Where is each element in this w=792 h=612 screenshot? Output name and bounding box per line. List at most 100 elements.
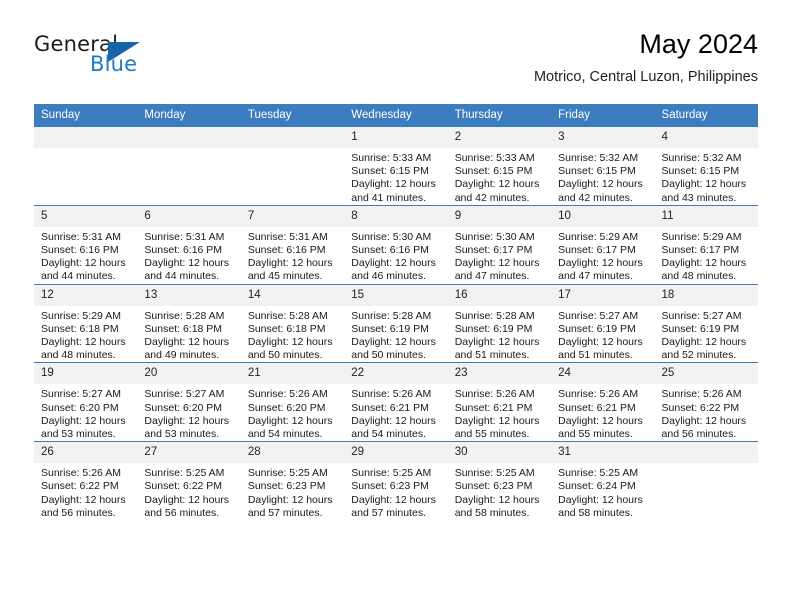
sunrise-text: Sunrise: 5:33 AM	[351, 152, 432, 164]
calendar-day-cell[interactable]: 16 Sunrise: 5:28 AM Sunset: 6:19 PM Dayligh…	[447, 283, 552, 363]
day-number	[654, 442, 758, 464]
sunrise-text: Sunrise: 5:25 AM	[454, 467, 535, 480]
day-number: 29	[344, 442, 448, 464]
calendar-day-cell[interactable]: 11 Sunrise: 5:29 AM Sunset: 6:17 PM Dayligh…	[654, 204, 758, 285]
daylight-text-line2: and 52 minutes.	[661, 349, 737, 362]
calendar-day-cell[interactable]: 3 Sunrise: 5:32 AM Sunset: 6:15 PM Daylight…	[551, 127, 655, 206]
daylight-text-line1: Daylight: 12 hours	[351, 336, 436, 349]
sunset-text: Sunset: 6:19 PM	[661, 322, 740, 335]
sunset-text: Sunset: 6:20 PM	[41, 401, 119, 414]
calendar-day-cell[interactable]: 31 Sunrise: 5:25 AM Sunset: 6:24 PM Dayligh…	[551, 441, 655, 521]
calendar-day-cell[interactable]: 9 Sunrise: 5:30 AM Sunset: 6:17 PM Daylight…	[447, 204, 552, 285]
day-number: 25	[654, 363, 758, 385]
day-details: Sunrise: 5:26 AM Sunset: 6:22 PM Daylight:…	[34, 463, 137, 520]
calendar-week-row: 1 Sunrise: 5:33 AM Sunset: 6:15 PM Daylight…	[34, 127, 758, 206]
sunset-text: Sunset: 6:21 PM	[454, 401, 533, 414]
calendar-day-cell[interactable]: 26 Sunrise: 5:26 AM Sunset: 6:22 PM Dayligh…	[34, 441, 138, 521]
calendar-day-cell[interactable]: 15 Sunrise: 5:28 AM Sunset: 6:19 PM Dayligh…	[344, 283, 448, 363]
calendar-cell-empty	[654, 441, 758, 521]
page-title: May 2024	[639, 29, 758, 59]
calendar-day-cell[interactable]: 20 Sunrise: 5:27 AM Sunset: 6:20 PM Dayligh…	[137, 362, 241, 442]
calendar-day-cell[interactable]: 18 Sunrise: 5:27 AM Sunset: 6:19 PM Dayligh…	[654, 283, 758, 363]
day-number: 3	[551, 127, 655, 148]
calendar-day-cell[interactable]: 28 Sunrise: 5:25 AM Sunset: 6:23 PM Dayligh…	[240, 441, 345, 521]
calendar-day-cell[interactable]: 6 Sunrise: 5:31 AM Sunset: 6:16 PM Daylight…	[137, 204, 241, 285]
day-details: Sunrise: 5:29 AM Sunset: 6:18 PM Daylight:…	[34, 306, 137, 363]
daylight-text-line2: and 45 minutes.	[247, 270, 323, 283]
calendar-day-cell[interactable]: 29 Sunrise: 5:25 AM Sunset: 6:23 PM Dayligh…	[344, 441, 448, 521]
sunset-text: Sunset: 6:22 PM	[41, 480, 119, 493]
daylight-text-line2: and 56 minutes.	[661, 428, 737, 441]
weekday-header-saturday: Saturday	[654, 104, 758, 127]
day-details: Sunrise: 5:25 AM Sunset: 6:23 PM Daylight:…	[448, 463, 551, 520]
page-header: General Blue May 2024 Motrico, Central L…	[34, 28, 758, 96]
calendar-day-cell[interactable]: 10 Sunrise: 5:29 AM Sunset: 6:17 PM Dayligh…	[551, 204, 655, 285]
calendar-day-cell[interactable]: 19 Sunrise: 5:27 AM Sunset: 6:20 PM Dayligh…	[34, 362, 138, 442]
daylight-text-line2: and 54 minutes.	[247, 428, 323, 441]
day-details: Sunrise: 5:26 AM Sunset: 6:22 PM Daylight:…	[655, 384, 758, 441]
daylight-text-line2: and 46 minutes.	[351, 270, 426, 283]
calendar-day-cell[interactable]: 27 Sunrise: 5:25 AM Sunset: 6:22 PM Dayligh…	[137, 441, 241, 521]
day-details: Sunrise: 5:31 AM Sunset: 6:16 PM Daylight:…	[241, 227, 344, 284]
calendar-day-cell[interactable]: 22 Sunrise: 5:26 AM Sunset: 6:21 PM Dayligh…	[344, 362, 448, 442]
calendar-day-cell[interactable]: 7 Sunrise: 5:31 AM Sunset: 6:16 PM Daylight…	[240, 204, 345, 285]
daylight-text-line1: Daylight: 12 hours	[351, 178, 436, 191]
day-number: 27	[137, 442, 241, 464]
daylight-text-line1: Daylight: 12 hours	[144, 336, 230, 349]
daylight-text-line1: Daylight: 12 hours	[41, 336, 126, 349]
sunset-text: Sunset: 6:20 PM	[144, 401, 223, 414]
sunset-text: Sunset: 6:16 PM	[247, 244, 326, 257]
day-details: Sunrise: 5:28 AM Sunset: 6:18 PM Daylight:…	[241, 306, 344, 363]
calendar-day-cell[interactable]: 14 Sunrise: 5:28 AM Sunset: 6:18 PM Dayligh…	[240, 283, 345, 363]
day-details: Sunrise: 5:32 AM Sunset: 6:15 PM Daylight:…	[655, 148, 758, 205]
day-number: 1	[344, 127, 448, 148]
sunrise-text: Sunrise: 5:28 AM	[144, 309, 225, 322]
sunset-text: Sunset: 6:21 PM	[558, 401, 636, 414]
sunset-text: Sunset: 6:18 PM	[247, 322, 326, 335]
calendar-day-cell[interactable]: 21 Sunrise: 5:26 AM Sunset: 6:20 PM Dayligh…	[240, 362, 345, 442]
day-details: Sunrise: 5:32 AM Sunset: 6:15 PM Daylight:…	[551, 148, 654, 205]
sunrise-text: Sunrise: 5:29 AM	[661, 230, 742, 243]
general-blue-logo[interactable]: General Blue	[34, 32, 234, 88]
calendar-day-cell[interactable]: 4 Sunrise: 5:32 AM Sunset: 6:15 PM Daylight…	[654, 127, 758, 206]
daylight-text-line2: and 48 minutes.	[41, 349, 116, 362]
day-details: Sunrise: 5:25 AM Sunset: 6:23 PM Daylight:…	[344, 463, 447, 520]
day-details: Sunrise: 5:27 AM Sunset: 6:19 PM Daylight:…	[551, 306, 654, 363]
calendar-day-cell[interactable]: 30 Sunrise: 5:25 AM Sunset: 6:23 PM Dayligh…	[447, 441, 552, 521]
calendar-day-cell[interactable]: 12 Sunrise: 5:29 AM Sunset: 6:18 PM Dayligh…	[34, 283, 138, 363]
daylight-text-line2: and 44 minutes.	[144, 270, 220, 283]
calendar-day-cell[interactable]: 2 Sunrise: 5:33 AM Sunset: 6:15 PM Daylight…	[447, 127, 552, 206]
day-details: Sunrise: 5:27 AM Sunset: 6:20 PM Daylight:…	[137, 384, 240, 441]
day-number: 15	[344, 284, 448, 306]
day-number: 16	[447, 284, 552, 306]
weekday-header-sunday: Sunday	[34, 104, 138, 127]
calendar-day-cell[interactable]: 13 Sunrise: 5:28 AM Sunset: 6:18 PM Dayligh…	[137, 283, 241, 363]
calendar-day-cell[interactable]: 24 Sunrise: 5:26 AM Sunset: 6:21 PM Dayligh…	[551, 362, 655, 442]
sunset-text: Sunset: 6:17 PM	[558, 244, 636, 257]
calendar-day-cell[interactable]: 8 Sunrise: 5:30 AM Sunset: 6:16 PM Daylight…	[344, 204, 448, 285]
sunset-text: Sunset: 6:16 PM	[41, 244, 119, 257]
daylight-text-line1: Daylight: 12 hours	[351, 414, 436, 427]
calendar-day-cell[interactable]: 5 Sunrise: 5:31 AM Sunset: 6:16 PM Daylight…	[34, 204, 138, 285]
daylight-text-line1: Daylight: 12 hours	[661, 257, 747, 270]
calendar-day-cell[interactable]: 23 Sunrise: 5:26 AM Sunset: 6:21 PM Dayligh…	[447, 362, 552, 442]
sunset-text: Sunset: 6:17 PM	[661, 244, 740, 257]
day-number: 8	[344, 205, 448, 227]
daylight-text-line2: and 55 minutes.	[558, 428, 633, 441]
day-number: 9	[447, 205, 552, 227]
day-details: Sunrise: 5:25 AM Sunset: 6:23 PM Daylight:…	[241, 463, 344, 520]
daylight-text-line2: and 51 minutes.	[558, 349, 633, 362]
weekday-header-monday: Monday	[137, 104, 241, 127]
calendar-week-row: 12 Sunrise: 5:29 AM Sunset: 6:18 PM Dayligh…	[34, 283, 758, 363]
calendar-day-cell[interactable]: 17 Sunrise: 5:27 AM Sunset: 6:19 PM Dayligh…	[551, 283, 655, 363]
sunset-text: Sunset: 6:16 PM	[144, 244, 223, 257]
sunrise-text: Sunrise: 5:32 AM	[558, 152, 639, 164]
day-details: Sunrise: 5:26 AM Sunset: 6:21 PM Daylight:…	[344, 384, 447, 441]
sunset-text: Sunset: 6:23 PM	[351, 480, 429, 493]
calendar-week-row: 26 Sunrise: 5:26 AM Sunset: 6:22 PM Dayligh…	[34, 441, 758, 521]
sunset-text: Sunset: 6:18 PM	[144, 322, 223, 335]
calendar-day-cell[interactable]: 25 Sunrise: 5:26 AM Sunset: 6:22 PM Dayligh…	[654, 362, 758, 442]
calendar-day-cell[interactable]: 1 Sunrise: 5:33 AM Sunset: 6:15 PM Daylight…	[344, 127, 448, 206]
sunrise-text: Sunrise: 5:26 AM	[454, 388, 535, 401]
sunrise-text: Sunrise: 5:31 AM	[247, 230, 328, 243]
